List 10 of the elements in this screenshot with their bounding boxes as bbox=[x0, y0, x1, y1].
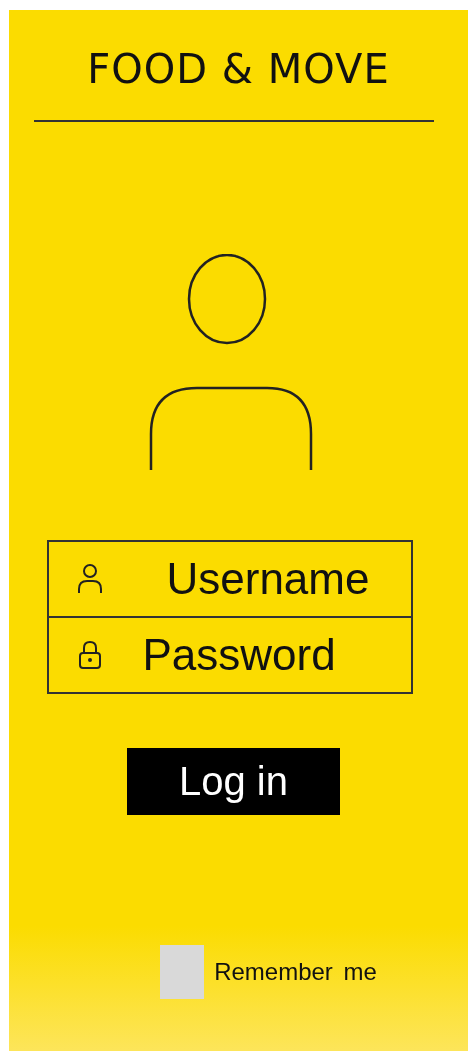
checkbox[interactable] bbox=[160, 945, 205, 999]
input-field[interactable]: Password bbox=[46, 616, 413, 694]
remember-label: Remember me bbox=[214, 958, 377, 986]
text-input[interactable]: Username bbox=[102, 553, 411, 605]
app-title: FOOD & MOVE bbox=[87, 46, 390, 92]
login-button[interactable]: Log in bbox=[127, 748, 340, 815]
user-icon bbox=[76, 563, 103, 595]
text-input[interactable]: Password bbox=[102, 629, 411, 681]
lock-icon bbox=[76, 639, 103, 671]
input-field[interactable]: Username bbox=[46, 540, 413, 618]
